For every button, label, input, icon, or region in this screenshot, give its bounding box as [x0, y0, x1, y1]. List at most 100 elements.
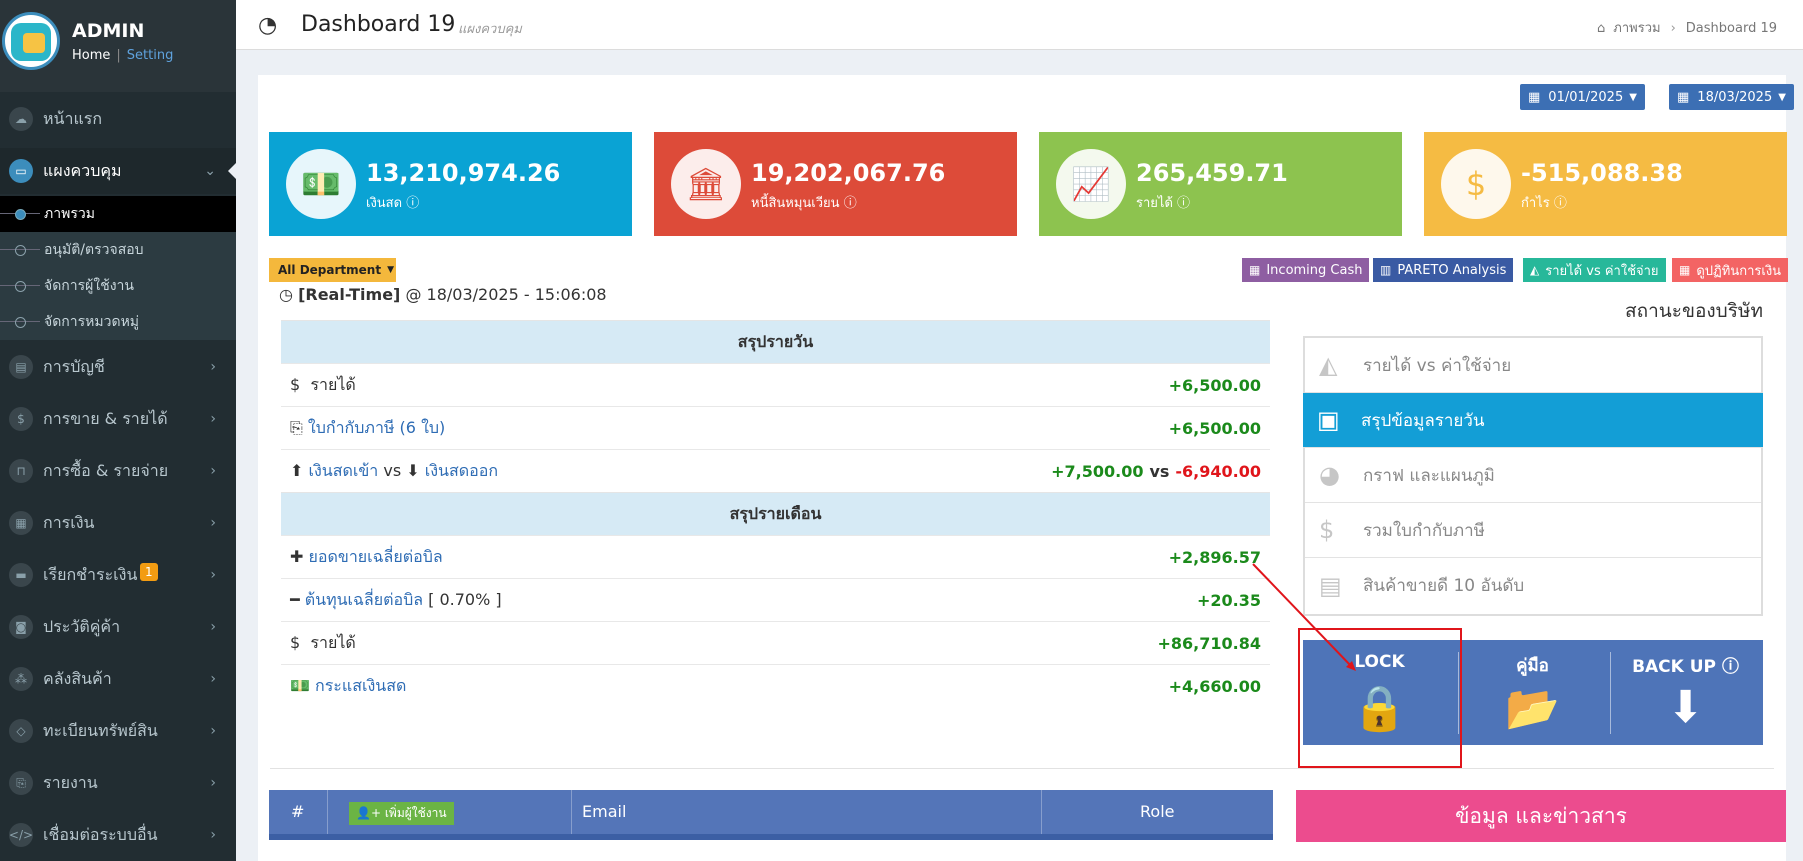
- caret-down-icon: ▼: [387, 265, 394, 275]
- news-panel-header[interactable]: ข้อมูล และข่าวสาร: [1296, 790, 1786, 842]
- financial-calendar-button[interactable]: ▦ ดูปฏิทินการเงิน: [1672, 258, 1789, 282]
- pareto-analysis-button[interactable]: ▥ PARETO Analysis: [1373, 258, 1514, 282]
- calendar-icon: ▦: [1528, 89, 1541, 105]
- sidebar-subitem-approve[interactable]: อนุมัติ/ตรวจสอบ: [0, 232, 236, 268]
- sidebar-item-sales[interactable]: $ การขาย & รายได้ ›: [0, 396, 236, 442]
- contact-icon: ◙: [9, 615, 33, 639]
- cart-icon: ⊓: [9, 459, 33, 483]
- folder-open-icon: 📂: [1505, 683, 1560, 734]
- menu-item-top-products[interactable]: ▤ สินค้าขายดี 10 อันดับ: [1305, 558, 1761, 613]
- column-role: Role: [1140, 802, 1175, 821]
- user-plus-icon: 👤+: [356, 806, 381, 820]
- circle-icon: [15, 244, 26, 256]
- menu-item-charts[interactable]: ◕ กราฟ และแผนภูมิ: [1305, 448, 1761, 503]
- chevron-right-icon: ›: [210, 723, 216, 739]
- menu-item-income-vs-expense[interactable]: ◭ รายได้ vs ค่าใช้จ่าย: [1305, 338, 1761, 393]
- chevron-right-icon: ›: [210, 411, 216, 427]
- daily-summary-heading: สรุปรายวัน: [281, 320, 1270, 363]
- date-to-button[interactable]: ▦ 18/03/2025 ▼: [1669, 84, 1794, 110]
- chevron-right-icon: ›: [210, 671, 216, 687]
- date-from-button[interactable]: ▦ 01/01/2025 ▼: [1520, 84, 1645, 110]
- money-icon: 💵: [290, 675, 310, 695]
- avg-cost-per-bill-link[interactable]: ต้นทุนเฉลี่ยต่อบิล: [305, 590, 423, 609]
- chevron-right-icon: ›: [210, 359, 216, 375]
- info-icon[interactable]: ⓘ: [1554, 196, 1567, 211]
- table-row: ━ ต้นทุนเฉลี่ยต่อบิล [ 0.70% ] +20.35: [281, 578, 1270, 621]
- menu-item-daily-summary[interactable]: ▣ สรุปข้อมูลรายวัน: [1303, 393, 1763, 448]
- sidebar-item-assets[interactable]: ◇ ทะเบียนทรัพย์สิน ›: [0, 708, 236, 754]
- cloud-icon: ☁: [9, 107, 33, 131]
- breadcrumb-overview[interactable]: ภาพรวม: [1613, 21, 1660, 36]
- sidebar-item-finance[interactable]: ▦ การเงิน ›: [0, 500, 236, 546]
- calendar-icon: ▦: [9, 511, 33, 535]
- backup-button[interactable]: BACK UP ⓘ ⬇: [1609, 640, 1762, 745]
- tax-invoice-link[interactable]: ใบกำกับภาษี (6 ใบ): [308, 418, 445, 437]
- area-chart-icon: ◭: [1319, 351, 1338, 379]
- sidebar-subitem-categories[interactable]: จัดการหมวดหมู่: [0, 304, 236, 340]
- kpi-value: -515,088.38: [1521, 159, 1683, 187]
- sidebar-item-accounting[interactable]: ▤ การบัญชี ›: [0, 344, 236, 390]
- table-icon: ▦: [1249, 263, 1261, 277]
- column-hash: #: [291, 802, 305, 821]
- kpi-value: 19,202,067.76: [751, 159, 946, 187]
- chevron-down-icon: ⌄: [204, 163, 216, 179]
- breadcrumb-current: Dashboard 19: [1685, 21, 1777, 36]
- sidebar-item-reports[interactable]: ⎘ รายงาน ›: [0, 760, 236, 806]
- notification-badge: 1: [140, 563, 158, 581]
- sidebar-item-inventory[interactable]: ⁂ คลังสินค้า ›: [0, 656, 236, 702]
- dollar-icon: $: [290, 374, 301, 394]
- menu-item-tax-invoices[interactable]: $ รวมใบกำกับภาษี: [1305, 503, 1761, 558]
- department-dropdown[interactable]: All Department ▼: [269, 258, 396, 282]
- caret-down-icon: ▼: [1629, 91, 1637, 103]
- table-row: $ รายได้ +6,500.00: [281, 363, 1270, 406]
- monitor-icon: ▭: [9, 159, 33, 183]
- info-icon[interactable]: ⓘ: [1177, 196, 1190, 211]
- avg-sales-per-bill-link[interactable]: ยอดขายเฉลี่ยต่อบิล: [309, 547, 443, 566]
- info-icon[interactable]: ⓘ: [406, 196, 419, 211]
- add-user-button[interactable]: 👤+ เพิ่มผู้ใช้งาน: [349, 802, 454, 825]
- cash-in-link[interactable]: เงินสดเข้า: [309, 461, 379, 480]
- column-email: Email: [582, 802, 627, 821]
- circle-icon: [15, 280, 26, 292]
- code-icon: </>: [9, 823, 33, 847]
- table-row: 💵 กระแสเงินสด +4,660.00: [281, 664, 1270, 707]
- info-icon[interactable]: ⓘ: [1722, 657, 1739, 677]
- user-name: ADMIN: [72, 20, 145, 42]
- dollar-icon: $: [1319, 516, 1335, 544]
- cash-flow-link[interactable]: กระแสเงินสด: [315, 676, 406, 695]
- sidebar-item-partners[interactable]: ◙ ประวัติคู่ค้า ›: [0, 604, 236, 650]
- bar-chart-icon: ▥: [1380, 263, 1392, 277]
- page-subtitle: แผงควบคุม: [458, 22, 522, 37]
- sidebar-subitem-users[interactable]: จัดการผู้ใช้งาน: [0, 268, 236, 304]
- avatar[interactable]: [2, 12, 60, 70]
- info-icon[interactable]: ⓘ: [844, 196, 857, 211]
- income-vs-expense-button[interactable]: ◭ รายได้ vs ค่าใช้จ่าย: [1523, 258, 1666, 282]
- chevron-right-icon: ›: [1670, 21, 1676, 36]
- home-link[interactable]: Home: [72, 48, 110, 63]
- circle-icon: [15, 316, 26, 328]
- pie-chart-icon: ◕: [1319, 461, 1340, 489]
- sidebar-item-integrations[interactable]: </> เชื่อมต่อระบบอื่น ›: [0, 812, 236, 858]
- setting-link[interactable]: Setting: [127, 48, 174, 63]
- clock-icon: ◷: [279, 285, 293, 304]
- table-row: ⬆ เงินสดเข้า vs ⬇ เงินสดออก +7,500.00 vs -…: [281, 449, 1270, 492]
- sidebar-item-purchases[interactable]: ⊓ การซื้อ & รายจ่าย ›: [0, 448, 236, 494]
- kpi-current-liabilities[interactable]: 🏛 19,202,067.76 หนี้สินหมุนเวียน ⓘ: [654, 132, 1017, 236]
- sidebar-item-billing[interactable]: ▬ เรียกชำระเงิน 1 ›: [0, 552, 236, 598]
- copy-icon: ⎘: [290, 417, 303, 437]
- kpi-profit[interactable]: $ -515,088.38 กำไร ⓘ: [1424, 132, 1787, 236]
- chevron-right-icon: ›: [210, 463, 216, 479]
- sidebar-item-home[interactable]: ☁ หน้าแรก: [0, 96, 236, 142]
- sidebar-subitem-overview[interactable]: ภาพรวม: [0, 196, 236, 232]
- page-title: Dashboard 19: [301, 12, 456, 37]
- kpi-revenue[interactable]: 📈 265,459.71 รายได้ ⓘ: [1039, 132, 1402, 236]
- minus-icon: ━: [290, 589, 300, 609]
- chevron-right-icon: ›: [210, 827, 216, 843]
- incoming-cash-button[interactable]: ▦ Incoming Cash: [1242, 258, 1370, 282]
- cash-out-link[interactable]: เงินสดออก: [425, 461, 498, 480]
- kpi-cash[interactable]: 💵 13,210,974.26 เงินสด ⓘ: [269, 132, 632, 236]
- sidebar-item-control-panel[interactable]: ▭ แผงควบคุม ⌄: [0, 148, 236, 194]
- diamond-icon: ◇: [9, 719, 33, 743]
- company-status-title: สถานะของบริษัท: [1625, 300, 1763, 322]
- manual-button[interactable]: คู่มือ 📂: [1456, 640, 1609, 745]
